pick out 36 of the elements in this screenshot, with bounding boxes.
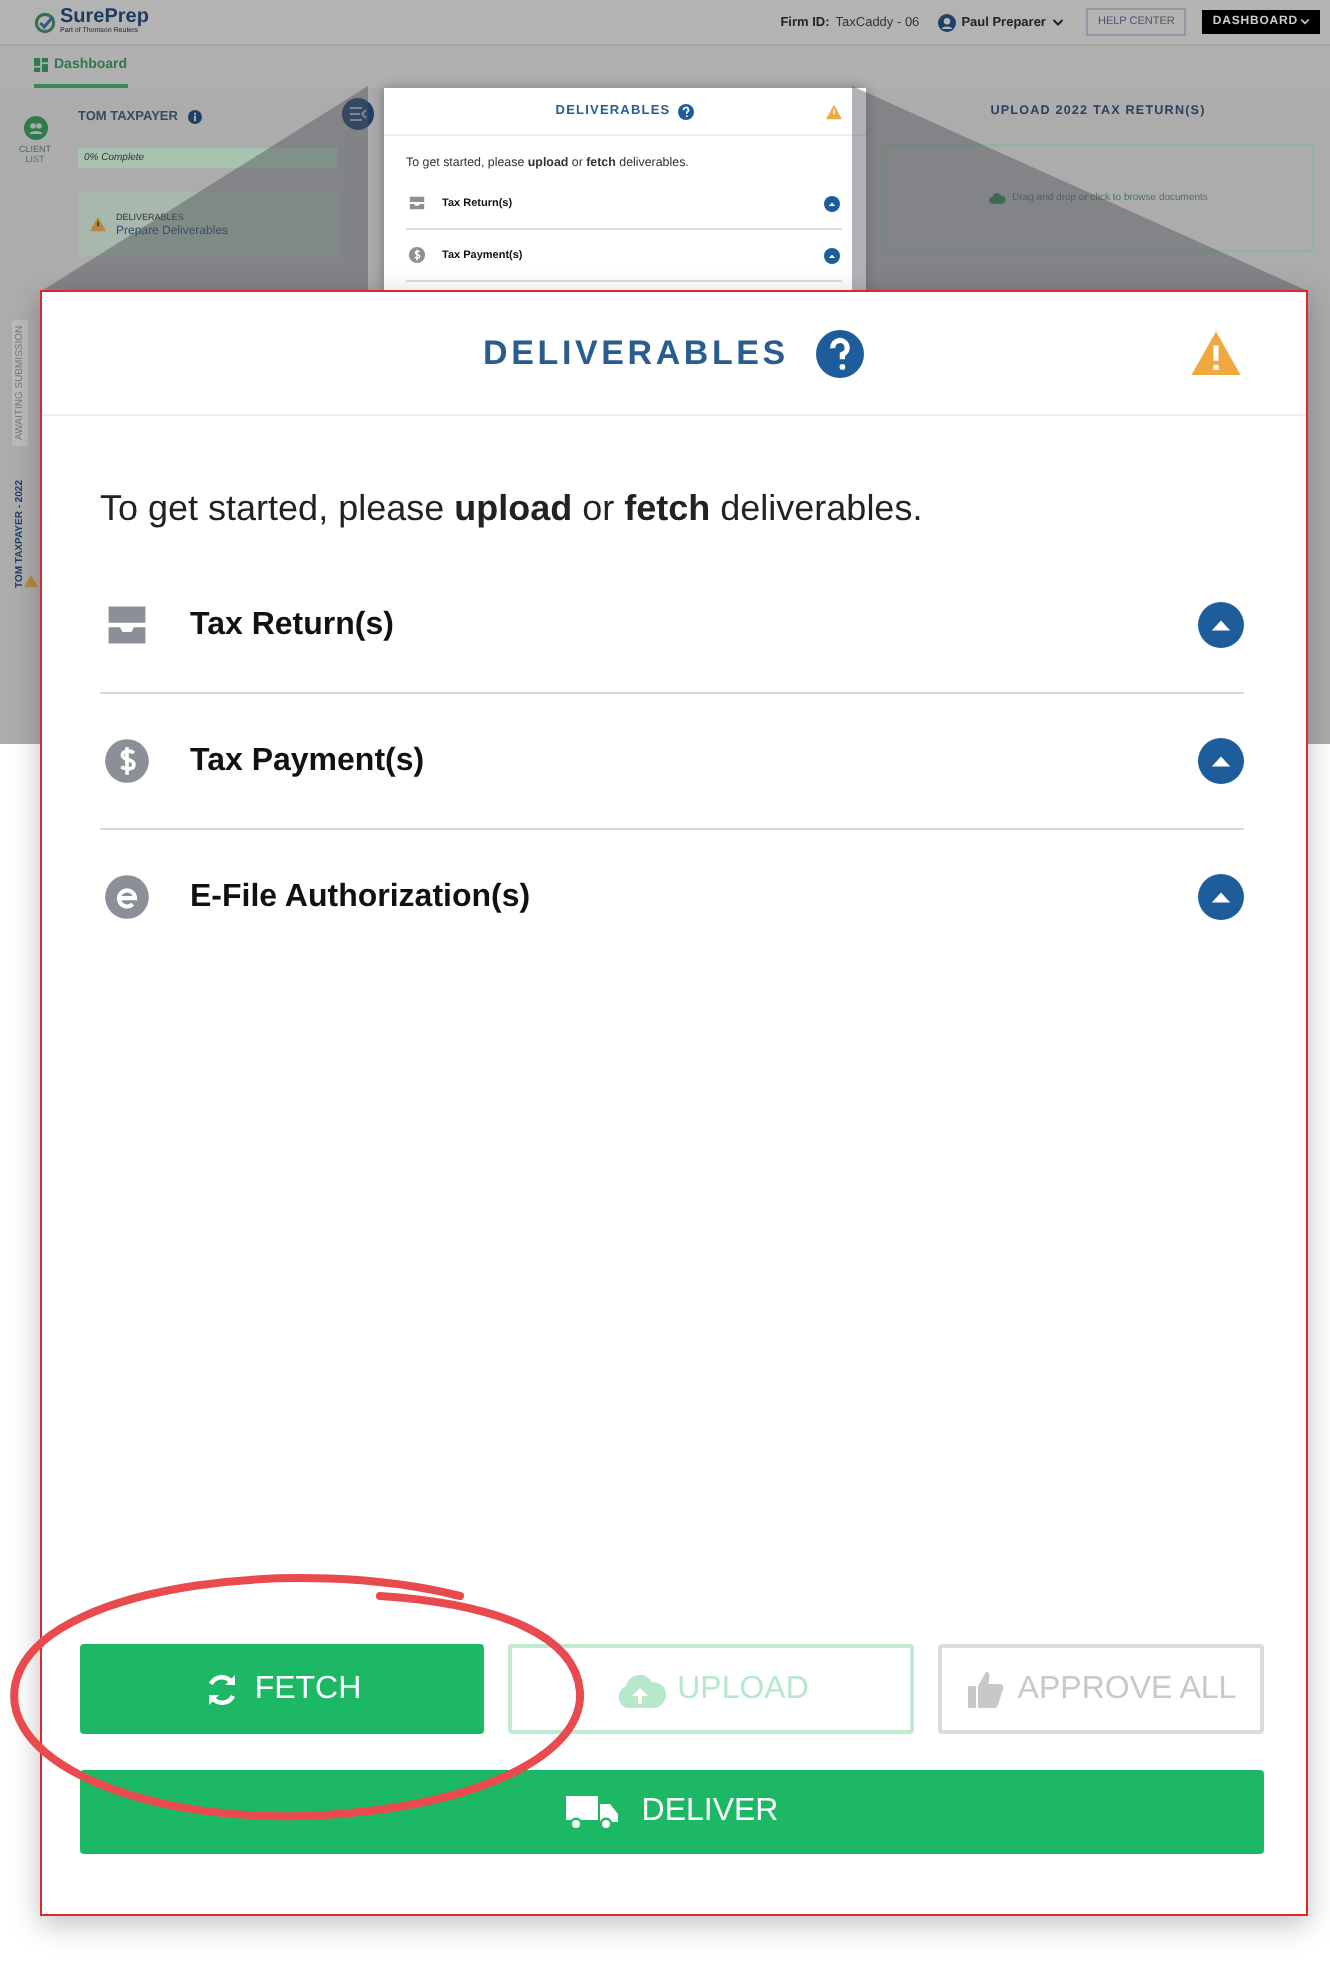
warning-icon	[24, 574, 38, 588]
info-icon	[187, 109, 202, 123]
cloud-upload-icon	[988, 192, 1007, 204]
check-circle-icon	[34, 11, 56, 33]
thumbs-up-icon	[965, 1669, 1006, 1709]
deliverable-label: E-File Authorization(s)	[190, 879, 533, 915]
intro-text: To get started, please upload or fetch deliverables.	[100, 488, 925, 530]
warning-icon	[90, 216, 106, 232]
dollar-icon	[104, 738, 150, 784]
tray-icon	[104, 602, 150, 648]
truck-icon	[565, 1794, 618, 1830]
deliverable-label: Tax Payment(s)	[190, 743, 427, 779]
people-icon	[23, 116, 47, 140]
help-icon[interactable]	[816, 329, 865, 377]
logo: SurePrep	[60, 8, 149, 29]
chevron-down-icon	[1051, 17, 1064, 27]
user-icon	[937, 13, 956, 31]
chevron-up-icon[interactable]	[1198, 874, 1244, 920]
fetch-button[interactable]: FETCH	[80, 1644, 484, 1734]
dollar-icon	[408, 246, 426, 264]
help-icon[interactable]	[678, 103, 695, 119]
e-circle-icon	[104, 874, 150, 920]
warning-icon	[826, 103, 842, 119]
chevron-down-icon	[1300, 18, 1310, 26]
cloud-upload-icon	[613, 1671, 666, 1707]
grid-icon	[34, 58, 48, 72]
panel-title: DELIVERABLES	[483, 333, 789, 373]
deliverable-label: Tax Return(s)	[190, 607, 396, 643]
chevron-up-icon[interactable]	[1198, 738, 1244, 784]
collapse-panel-icon[interactable]	[342, 98, 374, 130]
warning-icon	[1190, 330, 1242, 376]
tray-icon	[408, 194, 426, 212]
deliver-button[interactable]: DELIVER	[80, 1770, 1264, 1854]
chevron-up-icon[interactable]	[824, 247, 840, 263]
chevron-up-icon[interactable]	[824, 195, 840, 211]
chevron-up-icon[interactable]	[1198, 602, 1244, 648]
